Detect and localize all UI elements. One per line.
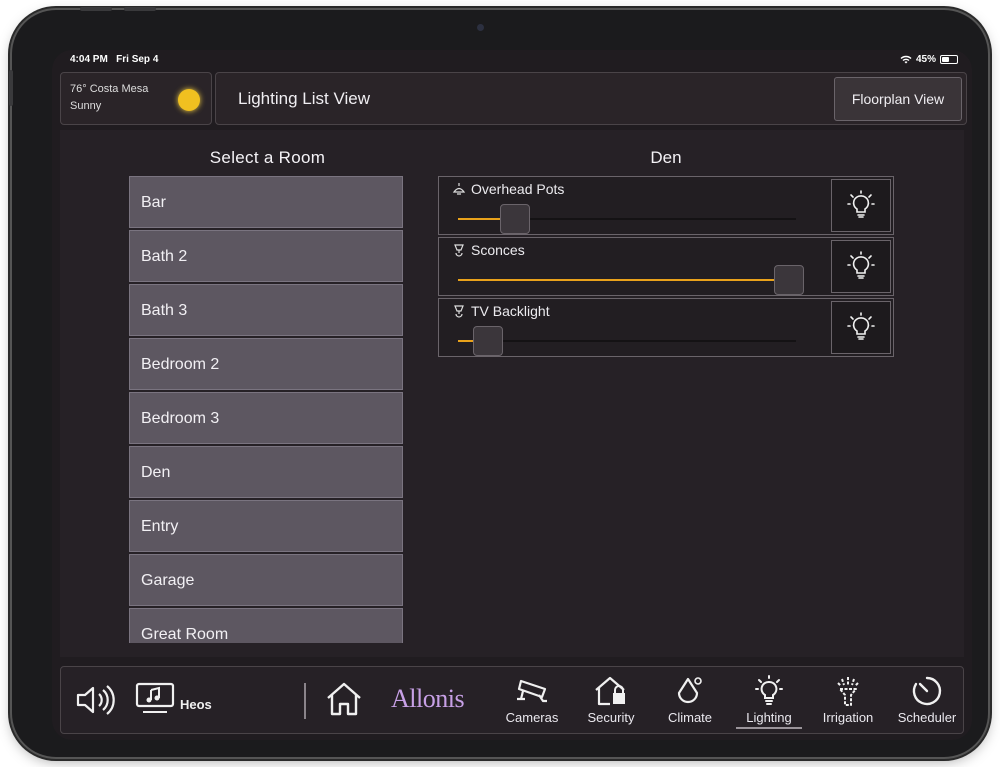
sconce-icon bbox=[454, 305, 464, 318]
light-name: Overhead Pots bbox=[471, 181, 565, 197]
heos-label[interactable]: Heos bbox=[180, 697, 212, 712]
light-name: TV Backlight bbox=[471, 303, 550, 319]
house-lock-icon bbox=[595, 676, 625, 706]
lightbulb-icon bbox=[847, 190, 875, 218]
room-heading-den: Den bbox=[650, 148, 682, 167]
room-item-great-room[interactable]: Great Room bbox=[129, 608, 403, 643]
light-toggle-button[interactable] bbox=[831, 301, 891, 354]
nav-label: Lighting bbox=[746, 710, 792, 725]
slider-thumb[interactable] bbox=[500, 204, 530, 234]
wifi-icon bbox=[900, 55, 912, 64]
room-list-heading: Select a Room bbox=[209, 148, 326, 167]
brand-logo: Allonis bbox=[391, 684, 465, 713]
room-item-bar[interactable]: Bar bbox=[129, 176, 403, 228]
status-bar: 4:04 PM Fri Sep 4 45% bbox=[52, 50, 972, 70]
slider-thumb[interactable] bbox=[774, 265, 804, 295]
heos-music-icon[interactable] bbox=[135, 682, 175, 716]
volume-button bbox=[80, 7, 112, 11]
bottom-nav-bar: Heos Allonis Cameras Security Climate Li… bbox=[60, 666, 964, 734]
camera-icon bbox=[517, 679, 547, 703]
page-title: Lighting List View bbox=[238, 89, 370, 108]
dimmer-slider[interactable] bbox=[458, 204, 796, 234]
dimmer-slider[interactable] bbox=[458, 265, 804, 295]
volume-button-2 bbox=[124, 7, 156, 11]
nav-label: Climate bbox=[667, 710, 713, 725]
lightbulb-icon bbox=[755, 675, 783, 705]
weather-condition: Sunny bbox=[70, 100, 102, 112]
room-item-bath-3[interactable]: Bath 3 bbox=[129, 284, 403, 336]
light-toggle-button[interactable] bbox=[831, 179, 891, 232]
slider-fill bbox=[458, 279, 789, 281]
lightbulb-icon bbox=[847, 251, 875, 279]
speaker-volume-icon[interactable] bbox=[75, 684, 115, 716]
room-item-entry[interactable]: Entry bbox=[129, 500, 403, 552]
nav-irrigation[interactable]: Irrigation bbox=[811, 675, 885, 731]
ipad-frame: 4:04 PM Fri Sep 4 45% 76° Costa Mesa Sun… bbox=[9, 7, 988, 757]
floorplan-view-button[interactable]: Floorplan View bbox=[834, 77, 962, 121]
room-item-bath-2[interactable]: Bath 2 bbox=[129, 230, 403, 282]
room-item-den[interactable]: Den bbox=[129, 446, 403, 498]
home-icon[interactable] bbox=[325, 681, 363, 717]
status-time: 4:04 PM Fri Sep 4 bbox=[70, 54, 159, 65]
drop-icon bbox=[677, 677, 702, 704]
nav-divider bbox=[304, 683, 306, 719]
sprinkler-icon bbox=[837, 677, 859, 706]
weather-panel: 76° Costa Mesa Sunny bbox=[60, 72, 212, 125]
active-tab-indicator bbox=[736, 727, 802, 729]
battery-percent: 45% bbox=[915, 54, 936, 65]
light-toggle-button[interactable] bbox=[831, 240, 891, 293]
nav-label: Security bbox=[587, 710, 635, 725]
timer-icon bbox=[912, 676, 942, 706]
light-name: Sconces bbox=[471, 242, 525, 258]
room-list[interactable]: Bar Bath 2 Bath 3 Bedroom 2 Bedroom 3 De… bbox=[129, 176, 403, 643]
nav-climate[interactable]: Climate bbox=[653, 675, 727, 731]
sun-icon bbox=[178, 89, 200, 111]
nav-security[interactable]: Security bbox=[574, 675, 648, 731]
battery-icon bbox=[940, 55, 958, 64]
room-item-bedroom-2[interactable]: Bedroom 2 bbox=[129, 338, 403, 390]
light-row-overhead-pots: Overhead Pots bbox=[438, 176, 894, 235]
weather-location: 76° Costa Mesa bbox=[70, 83, 149, 95]
room-item-garage[interactable]: Garage bbox=[129, 554, 403, 606]
room-item-bedroom-3[interactable]: Bedroom 3 bbox=[129, 392, 403, 444]
nav-lighting[interactable]: Lighting bbox=[732, 675, 806, 731]
ceiling-pendant-icon bbox=[452, 183, 466, 195]
nav-label: Irrigation bbox=[822, 710, 874, 725]
status-right: 45% bbox=[900, 54, 958, 65]
sconce-icon bbox=[454, 244, 464, 257]
light-row-tv-backlight: TV Backlight bbox=[438, 298, 894, 357]
nav-scheduler[interactable]: Scheduler bbox=[890, 675, 964, 731]
front-camera bbox=[477, 24, 484, 31]
slider-thumb[interactable] bbox=[473, 326, 503, 356]
main-content: Select a Room Bar Bath 2 Bath 3 Bedroom … bbox=[60, 130, 964, 657]
light-row-sconces: Sconces bbox=[438, 237, 894, 296]
dimmer-slider[interactable] bbox=[458, 326, 796, 356]
lightbulb-icon bbox=[847, 312, 875, 340]
power-button bbox=[9, 70, 13, 106]
nav-label: Cameras bbox=[505, 710, 559, 725]
nav-label: Scheduler bbox=[897, 710, 957, 725]
screen: 4:04 PM Fri Sep 4 45% 76° Costa Mesa Sun… bbox=[52, 50, 972, 740]
nav-cameras[interactable]: Cameras bbox=[495, 675, 569, 731]
